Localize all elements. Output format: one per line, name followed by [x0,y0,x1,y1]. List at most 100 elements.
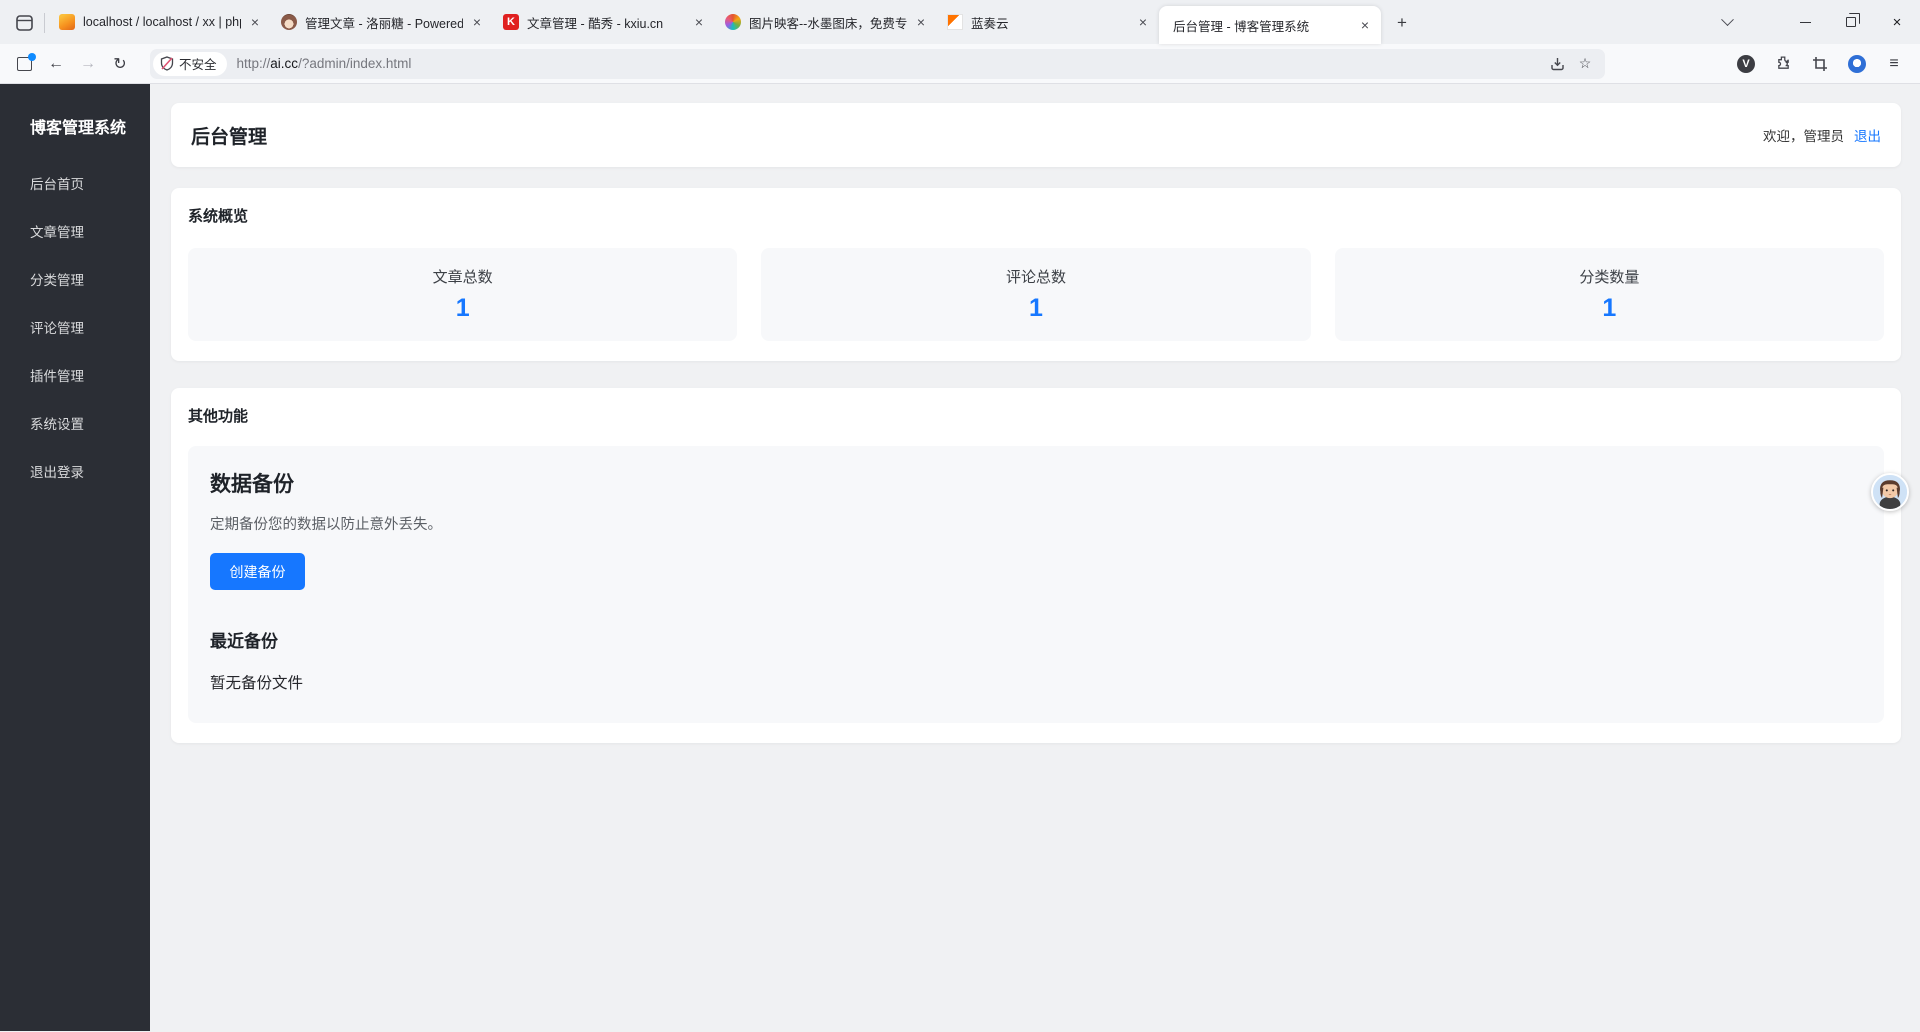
stat-label: 文章总数 [432,269,493,286]
empty-backup-text: 暂无备份文件 [210,675,304,692]
extension-icons-area: V ≡ [1730,48,1910,80]
split-view-icon [16,52,36,71]
firefox-view-glyph [15,15,33,31]
screenshot-extension-button[interactable] [1804,48,1836,80]
puzzle-icon [1777,56,1789,69]
admin-sidebar: 博客管理系统 后台首页 文章管理 分类管理 评论管理 插件管理 系统设置 退出登… [0,84,150,1031]
tab-image-host[interactable]: 图片映客--水墨图床，免费专业 × [715,5,937,39]
tab-close-icon[interactable]: × [689,12,709,32]
recent-backup-title: 最近备份 [210,632,278,651]
url-prefix: http:// [236,56,271,71]
sidebar-item-categories[interactable]: 分类管理 [0,257,150,305]
tab-lanzou[interactable]: 蓝奏云 × [937,5,1159,39]
shield-slash-icon [160,56,174,71]
back-button[interactable]: ← [40,48,72,80]
tab-manage-articles[interactable]: 管理文章 - 洛丽糖 - Powered b × [271,5,493,39]
girl-avatar-icon [1873,475,1907,509]
url-text: http://ai.cc/?admin/index.html [237,56,1543,71]
security-label: 不安全 [179,58,217,72]
list-all-tabs-button[interactable] [1712,7,1742,37]
kxiu-favicon: K [503,14,519,30]
page-title: 后台管理 [191,126,268,148]
sidebar-item-dashboard[interactable]: 后台首页 [0,161,150,209]
save-icon [1550,58,1564,71]
crop-icon [1813,56,1827,71]
stat-comments: 评论总数 1 [761,248,1311,341]
stat-label: 评论总数 [1005,269,1066,286]
app-menu-button[interactable]: ≡ [1878,48,1910,80]
tab-phpmyadmin[interactable]: localhost / localhost / xx | php × [49,5,271,39]
save-page-button[interactable] [1543,51,1571,77]
floating-assistant-avatar[interactable] [1871,473,1909,511]
lanzou-favicon [947,14,963,30]
tab-admin-active[interactable]: 后台管理 - 博客管理系统 × [1159,6,1381,44]
tab-title: 管理文章 - 洛丽糖 - Powered b [305,16,463,31]
v-extension-button[interactable]: V [1730,48,1762,80]
tab-title: 蓝奏云 [971,16,1009,31]
phpmyadmin-favicon [59,14,75,30]
sidebar-item-comments[interactable]: 评论管理 [0,305,150,353]
new-tab-button[interactable]: + [1389,10,1415,36]
page-header: 后台管理 欢迎，管理员 退出 [171,103,1901,167]
forward-button[interactable]: → [72,48,104,80]
backup-title: 数据备份 [210,473,294,496]
blue-logo-icon [1848,54,1866,73]
tab-close-icon[interactable]: × [1133,12,1153,32]
stat-value: 1 [1602,294,1617,322]
sidebar-item-logout[interactable]: 退出登录 [0,449,150,497]
tab-close-icon[interactable]: × [911,12,931,32]
logout-link[interactable]: 退出 [1854,125,1881,145]
sidebar-item-articles[interactable]: 文章管理 [0,209,150,257]
firefox-view-icon[interactable] [10,9,38,37]
minimize-icon [1799,21,1811,23]
stat-value: 1 [1029,294,1043,322]
header-user-area: 欢迎，管理员 退出 [1763,125,1881,145]
url-path: /?admin/index.html [298,56,412,71]
reload-button[interactable]: ↻ [104,48,136,80]
window-restore-button[interactable] [1828,0,1874,44]
browser-extension-logo-button[interactable] [1841,48,1873,80]
url-domain: ai.cc [270,56,299,71]
tab-close-icon[interactable]: × [1355,15,1375,35]
split-view-button[interactable] [8,48,40,80]
tab-close-icon[interactable]: × [245,12,265,32]
bookmark-star-button[interactable]: ☆ [1571,51,1599,77]
sidebar-title: 博客管理系统 [30,120,127,137]
other-functions-card: 其他功能 数据备份 定期备份您的数据以防止意外丢失。 创建备份 最近备份 暂无备… [171,388,1901,743]
site-security-chip[interactable]: 不安全 [153,51,227,76]
v-extension-icon: V [1737,54,1755,73]
stat-articles: 文章总数 1 [188,248,738,341]
main-content: 后台管理 欢迎，管理员 退出 系统概览 文章总数 1 评论总数 1 分类数量 1 [150,84,1920,1031]
tab-title: 图片映客--水墨图床，免费专业 [749,16,907,31]
stat-value: 1 [455,294,470,322]
sidebar-nav: 后台首页 文章管理 分类管理 评论管理 插件管理 系统设置 退出登录 [0,161,150,497]
overview-section-title: 系统概览 [188,208,249,225]
sidebar-item-plugins[interactable]: 插件管理 [0,353,150,401]
welcome-text: 欢迎，管理员 [1763,129,1844,144]
stat-categories: 分类数量 1 [1334,248,1884,341]
stat-label: 分类数量 [1579,269,1640,286]
window-minimize-button[interactable] [1782,0,1828,44]
backup-description: 定期备份您的数据以防止意外丢失。 [210,517,442,533]
tab-title: localhost / localhost / xx | php [83,15,241,29]
tab-close-icon[interactable]: × [467,12,487,32]
browser-toolbar: ← → ↻ 不安全 http://ai.cc/?admin/index.html… [0,44,1920,84]
create-backup-button[interactable]: 创建备份 [210,553,305,590]
url-bar[interactable]: 不安全 http://ai.cc/?admin/index.html ☆ [150,48,1605,79]
sidebar-item-settings[interactable]: 系统设置 [0,401,150,449]
browser-tab-bar: localhost / localhost / xx | php × 管理文章 … [0,0,1920,44]
pinwheel-favicon [725,14,741,30]
site-avatar-favicon [281,14,297,30]
tab-separator [44,13,45,33]
tab-kxiu[interactable]: K 文章管理 - 酷秀 - kxiu.cn × [493,5,715,39]
tab-title: 后台管理 - 博客管理系统 [1173,19,1310,34]
stats-row: 文章总数 1 评论总数 1 分类数量 1 [188,248,1884,341]
window-close-button[interactable]: × [1874,0,1920,44]
chevron-down-icon [1720,12,1734,26]
other-section-title: 其他功能 [188,408,249,425]
restore-icon [1846,13,1860,27]
tab-title: 文章管理 - 酷秀 - kxiu.cn [527,16,664,31]
extensions-button[interactable] [1767,48,1799,80]
data-backup-panel: 数据备份 定期备份您的数据以防止意外丢失。 创建备份 最近备份 暂无备份文件 [188,446,1884,723]
system-overview-card: 系统概览 文章总数 1 评论总数 1 分类数量 1 [171,188,1901,361]
